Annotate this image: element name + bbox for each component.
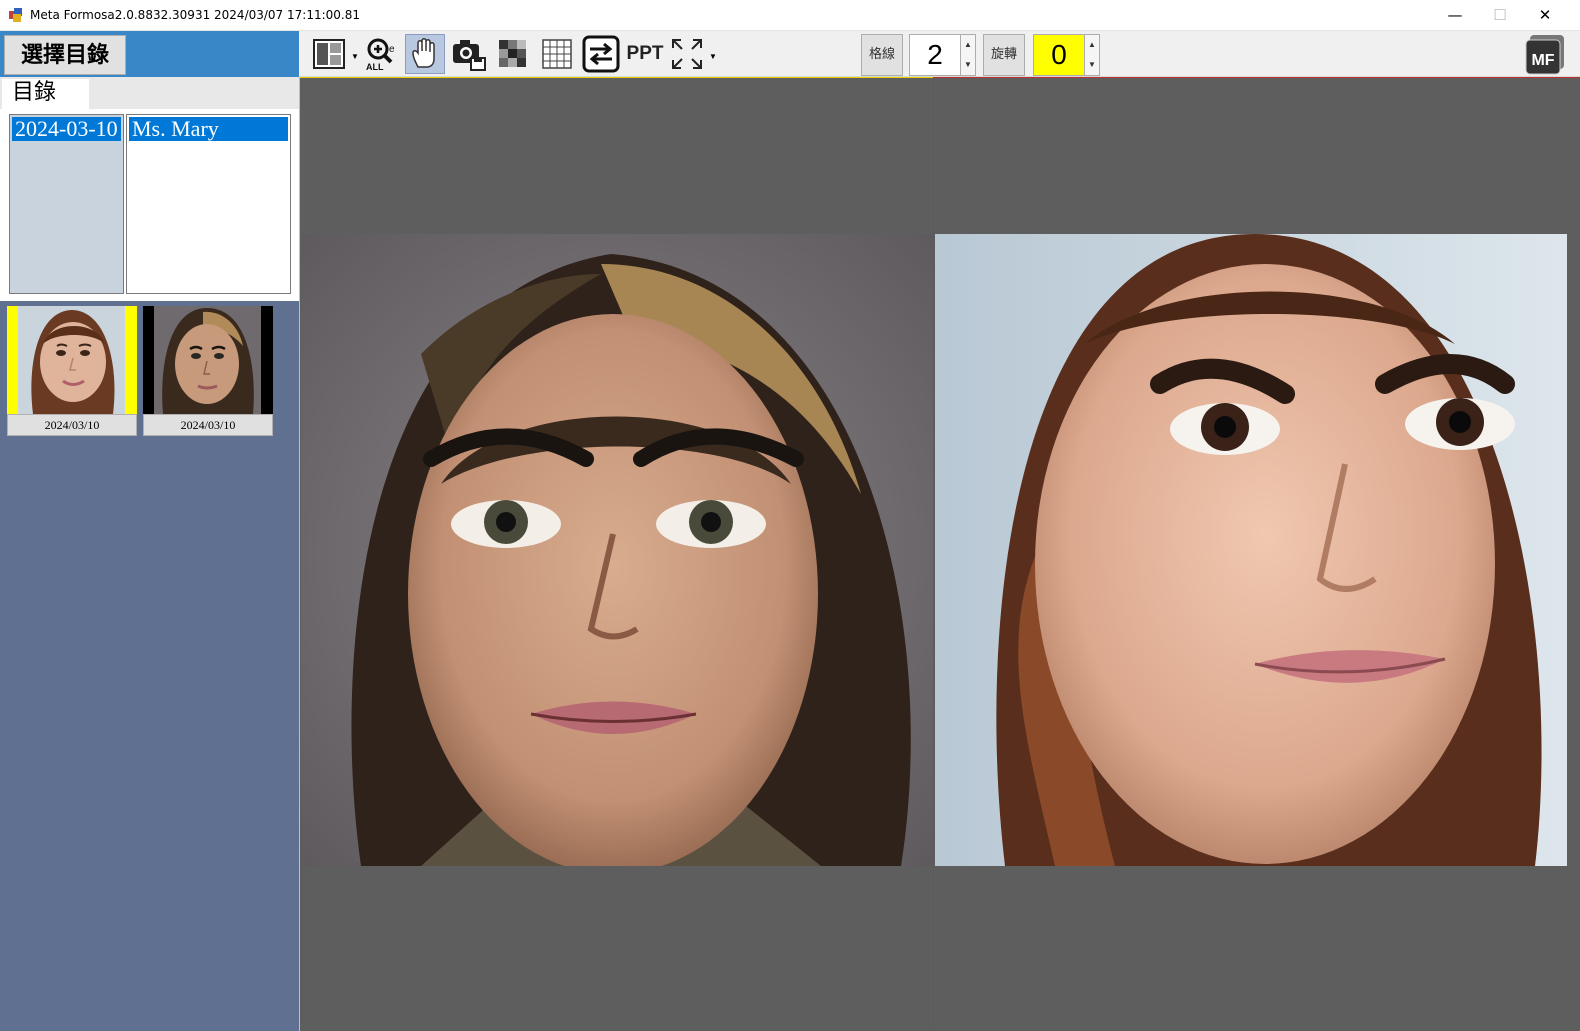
layout-dropdown-caret-icon[interactable]: ▼ [351,52,359,61]
grid-lines-button[interactable]: 格線 [861,34,903,76]
grid-button[interactable] [537,34,577,74]
thumbnail-caption-2: 2024/03/10 [143,414,273,436]
spinner-down-icon[interactable]: ▼ [961,55,975,75]
svg-text:e: e [389,44,395,55]
mosaic-button[interactable] [493,34,533,74]
camera-save-icon [453,40,486,71]
rotate-spinner[interactable]: ▲ ▼ [1084,34,1100,76]
snapshot-button[interactable] [449,34,489,74]
ppt-export-button[interactable]: PPT [625,34,665,74]
date-list[interactable]: 2024-03-10 [9,114,124,294]
portrait-thumbnail-woman-smiling-icon [18,306,125,414]
app-icon [9,8,22,22]
thumbnail-caption-1: 2024/03/10 [7,414,137,436]
name-list-item-selected[interactable]: Ms. Mary [129,117,288,141]
minimize-button[interactable]: — [1432,0,1478,30]
window-title: Meta Formosa2.0.8832.30931 2024/03/07 17… [30,8,360,22]
layout-button[interactable] [309,34,349,74]
pan-tool-button[interactable] [405,34,445,74]
swap-icon [582,35,620,73]
swap-button[interactable] [581,34,621,74]
choose-directory-button[interactable]: 選擇目錄 [4,35,126,75]
portrait-thumbnail-woman-neutral-icon [154,306,261,414]
svg-text:ALL: ALL [366,62,384,72]
zoom-all-icon: ALL e [366,38,395,72]
close-button[interactable]: ✕ [1522,0,1568,30]
grid-lines-value[interactable]: 2 [909,34,961,76]
spinner-down-icon[interactable]: ▼ [1085,55,1099,75]
mf-logo-icon: MF [1525,35,1564,75]
portrait-woman-smiling-icon [935,234,1567,866]
left-portrait-image[interactable] [301,234,933,866]
fullscreen-dropdown-caret-icon[interactable]: ▼ [709,52,717,61]
rotate-button[interactable]: 旋轉 [983,34,1025,76]
ppt-label: PPT [626,43,664,64]
mosaic-icon [499,40,526,67]
thumbnail-image-1 [7,306,137,414]
spinner-up-icon[interactable]: ▲ [961,35,975,55]
layout-icon [313,39,345,69]
thumbnail-2[interactable]: 2024/03/10 [143,306,273,436]
grid-lines-spinner[interactable]: ▲ ▼ [960,34,976,76]
grid-icon [542,39,572,69]
rotate-value[interactable]: 0 [1033,34,1085,76]
thumbnail-image-2 [143,306,273,414]
name-list[interactable]: Ms. Mary [126,114,291,294]
fullscreen-button[interactable] [667,34,707,74]
portrait-woman-neutral-icon [301,234,933,866]
maximize-button[interactable]: ☐ [1477,0,1523,30]
fullscreen-icon [672,39,702,69]
spinner-up-icon[interactable]: ▲ [1085,35,1099,55]
app-logo-button[interactable]: MF [1524,34,1566,76]
tab-directory[interactable]: 目錄 [2,79,89,110]
right-portrait-image[interactable] [935,234,1567,866]
zoom-all-button[interactable]: ALL e [361,34,401,74]
title-bar: Meta Formosa2.0.8832.30931 2024/03/07 17… [0,0,1580,31]
date-list-item-selected[interactable]: 2024-03-10 [12,117,121,141]
thumbnail-1[interactable]: 2024/03/10 [7,306,137,436]
logo-text: MF [1531,52,1554,69]
hand-pan-icon [412,38,435,68]
